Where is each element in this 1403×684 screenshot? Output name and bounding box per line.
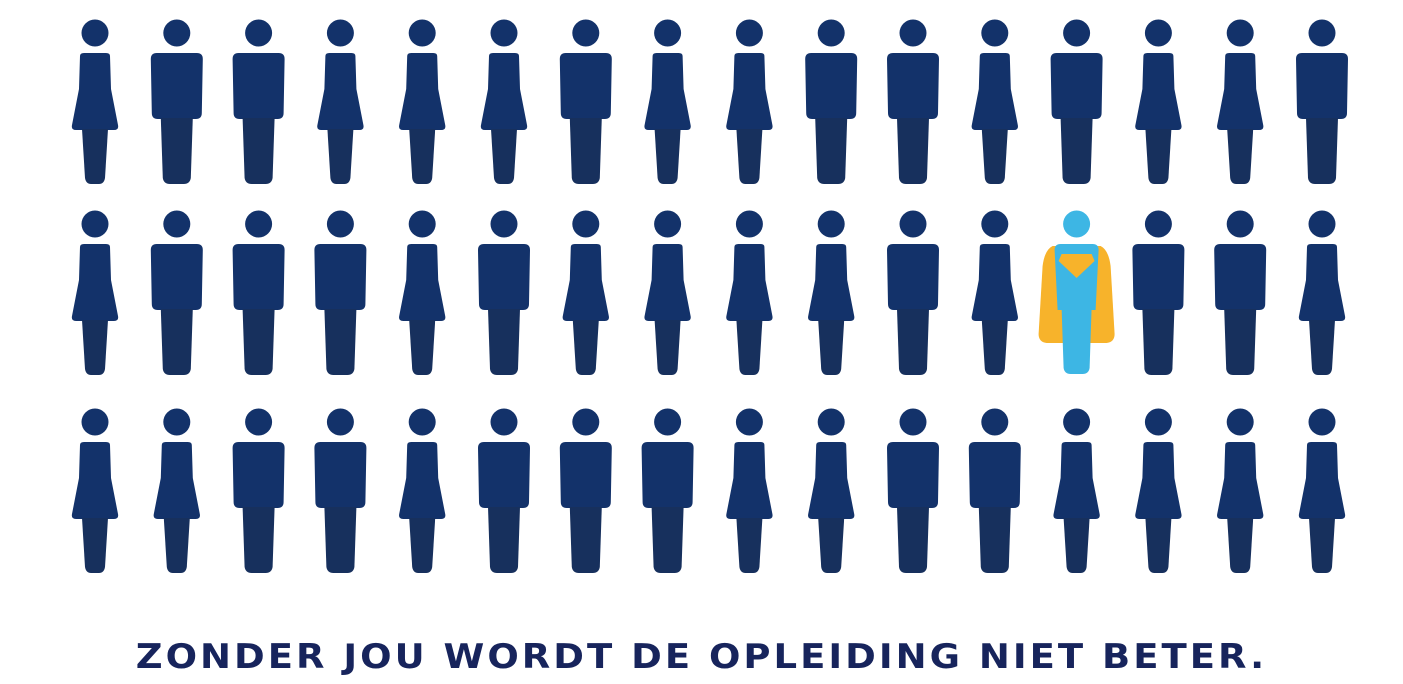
person-icon [71, 210, 119, 375]
person-icon [1135, 408, 1182, 573]
person-icon [153, 408, 200, 573]
person-icon [399, 210, 446, 375]
tagline: ZONDER JOU WORDT DE OPLEIDING NIET BETER… [135, 636, 1268, 677]
person-icon [726, 408, 773, 573]
person-icon [1214, 210, 1267, 375]
person-icon [559, 408, 612, 573]
person-icon [71, 19, 119, 184]
person-icon [1053, 408, 1100, 573]
person-icon [887, 19, 939, 184]
person-icon [808, 210, 855, 375]
person-icon [726, 210, 773, 375]
person-icon [232, 408, 285, 573]
person-icon [232, 19, 285, 184]
person-icon [1135, 19, 1182, 184]
person-icon [150, 19, 203, 184]
person-icon [644, 19, 691, 184]
person-icon [971, 210, 1018, 375]
person-icon [480, 19, 528, 184]
person-icon [478, 210, 530, 375]
person-icon [968, 408, 1021, 573]
person-icon [887, 408, 939, 573]
person-icon [71, 408, 119, 573]
person-icon [808, 408, 855, 573]
person-icon [559, 19, 612, 184]
person-icon [317, 19, 364, 184]
person-icon [971, 19, 1018, 184]
person-icon [150, 210, 203, 375]
person-icon [562, 210, 609, 375]
person-icon [1217, 408, 1264, 573]
person-icon [399, 408, 446, 573]
superhero-icon [1038, 210, 1115, 374]
person-icon [1296, 19, 1348, 184]
person-icon [232, 210, 285, 375]
person-icon [1132, 210, 1185, 375]
person-icon [399, 19, 446, 184]
person-icon [726, 19, 773, 184]
person-icon [1298, 210, 1346, 375]
figure-grid [71, 19, 1348, 573]
person-icon [805, 19, 858, 184]
person-icon [1298, 408, 1346, 573]
person-icon [644, 210, 691, 375]
person-icon [314, 408, 367, 573]
person-icon [641, 408, 694, 573]
person-icon [1217, 19, 1264, 184]
person-icon [1050, 19, 1103, 184]
person-icon [478, 408, 530, 573]
person-icon [314, 210, 367, 375]
person-icon [887, 210, 939, 375]
